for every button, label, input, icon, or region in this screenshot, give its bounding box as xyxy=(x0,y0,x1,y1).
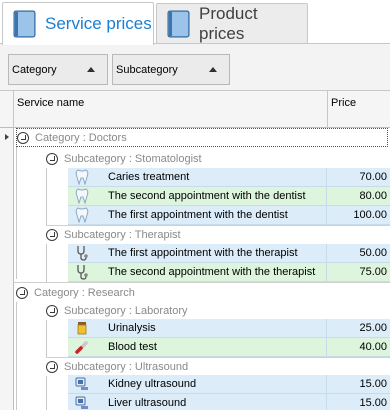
service-name: Liver ultrasound xyxy=(108,397,187,409)
tooth-icon xyxy=(68,187,96,206)
book-icon xyxy=(13,10,37,38)
group-caption: Subcategory : Laboratory xyxy=(64,304,188,317)
service-name: The second appointment with the therapis… xyxy=(108,266,316,278)
ultrasound-icon xyxy=(68,375,96,394)
collapse-icon[interactable] xyxy=(46,360,58,373)
collapse-icon[interactable] xyxy=(16,286,28,299)
test-tube-icon xyxy=(68,338,96,357)
tab-label: Product prices xyxy=(199,3,258,43)
table-row[interactable]: Caries treatment 70.00 xyxy=(68,167,390,187)
table-row[interactable]: The first appointment with the therapist… xyxy=(68,243,390,263)
tab-service-prices[interactable]: Service prices xyxy=(2,2,154,45)
current-row-arrow-icon xyxy=(5,134,9,140)
urine-jar-icon xyxy=(68,319,96,338)
service-name: Urinalysis xyxy=(108,322,156,334)
group-caption: Subcategory : Therapist xyxy=(64,228,181,241)
group-caption: Subcategory : Stomatologist xyxy=(64,152,202,165)
service-name: The second appointment with the dentist xyxy=(108,190,306,202)
tooth-icon xyxy=(68,168,96,187)
service-name: The first appointment with the dentist xyxy=(108,209,288,221)
group-caption: Category : Doctors xyxy=(35,131,127,144)
group-label: Category xyxy=(12,63,57,76)
group-by-subcategory-button[interactable]: Subcategory xyxy=(112,54,230,85)
indicator-header xyxy=(0,91,14,128)
collapse-icon[interactable] xyxy=(46,228,58,241)
tab-bar: Service prices Product prices xyxy=(0,0,390,45)
table-row[interactable]: The first appointment with the dentist 1… xyxy=(68,205,390,225)
service-price: 80.00 xyxy=(326,186,390,206)
stethoscope-icon xyxy=(68,263,96,282)
group-label: Subcategory xyxy=(116,63,178,76)
subcategory-group-row[interactable]: Subcategory : Therapist xyxy=(46,225,388,244)
collapse-icon[interactable] xyxy=(17,131,29,144)
group-panel: Category Subcategory xyxy=(0,44,390,90)
subcategory-group-row[interactable]: Subcategory : Ultrasound xyxy=(46,357,388,376)
subcategory-group-row[interactable]: Subcategory : Laboratory xyxy=(46,301,388,320)
tab-label: Service prices xyxy=(45,14,152,33)
category-group-row[interactable]: Category : Doctors xyxy=(16,128,388,147)
table-row[interactable]: Blood test 40.00 xyxy=(68,337,390,357)
subcategory-group-row[interactable]: Subcategory : Stomatologist xyxy=(46,149,388,168)
ultrasound-icon xyxy=(68,394,96,410)
column-header-price[interactable]: Price xyxy=(328,91,390,128)
collapse-icon[interactable] xyxy=(46,304,58,317)
service-price: 50.00 xyxy=(326,243,390,263)
category-group-row[interactable]: Category : Research xyxy=(16,283,388,302)
table-row[interactable]: Kidney ultrasound 15.00 xyxy=(68,374,390,394)
group-by-category-button[interactable]: Category xyxy=(8,54,108,85)
table-row[interactable]: The second appointment with the dentist … xyxy=(68,186,390,206)
service-price: 75.00 xyxy=(326,262,390,282)
table-row[interactable]: The second appointment with the therapis… xyxy=(68,262,390,282)
service-price: 15.00 xyxy=(326,374,390,394)
stethoscope-icon xyxy=(68,244,96,263)
service-name: Kidney ultrasound xyxy=(108,378,197,390)
grid-header: Service name Price xyxy=(0,91,390,128)
service-price: 100.00 xyxy=(326,205,390,225)
row-indicator-column xyxy=(0,128,14,410)
tooth-icon xyxy=(68,206,96,225)
book-icon xyxy=(167,10,191,38)
sort-up-icon xyxy=(87,67,95,72)
service-price: 70.00 xyxy=(326,167,390,187)
group-caption: Category : Research xyxy=(34,286,135,299)
group-caption: Subcategory : Ultrasound xyxy=(64,360,189,373)
tab-product-prices[interactable]: Product prices xyxy=(156,3,308,43)
service-name: The first appointment with the therapist xyxy=(108,247,298,259)
service-name: Blood test xyxy=(108,341,157,353)
service-name: Caries treatment xyxy=(108,171,190,183)
service-price: 15.00 xyxy=(326,393,390,410)
collapse-icon[interactable] xyxy=(46,152,58,165)
table-row[interactable]: Urinalysis 25.00 xyxy=(68,318,390,338)
sort-up-icon xyxy=(209,67,217,72)
prices-grid: Service name Price Category : Doctors Su… xyxy=(0,90,390,410)
table-row[interactable]: Liver ultrasound 15.00 xyxy=(68,393,390,410)
column-header-service-name[interactable]: Service name xyxy=(14,91,328,128)
service-price: 25.00 xyxy=(326,318,390,338)
service-price: 40.00 xyxy=(326,337,390,357)
